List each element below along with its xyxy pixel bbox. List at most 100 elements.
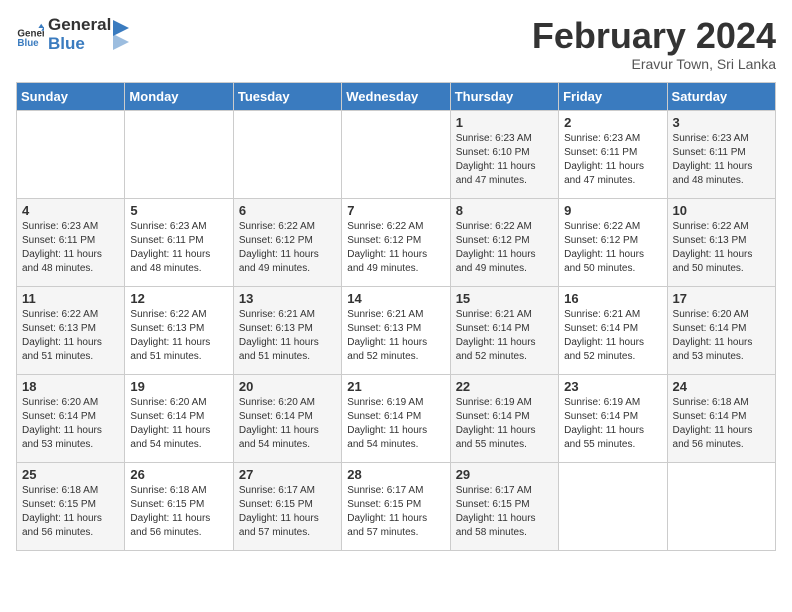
calendar-cell: 15 Sunrise: 6:21 AM Sunset: 6:14 PM Dayli… <box>450 286 558 374</box>
title-area: February 2024 Eravur Town, Sri Lanka <box>532 16 776 72</box>
day-info: Sunrise: 6:19 AM Sunset: 6:14 PM Dayligh… <box>347 396 444 452</box>
calendar-cell: 27Sunrise: 6:17 AM Sunset: 6:15 PM Dayli… <box>233 462 341 550</box>
day-number: 27 <box>239 467 336 482</box>
calendar-table: SundayMondayTuesdayWednesdayThursdayFrid… <box>16 82 776 551</box>
day-number: 16 <box>564 291 661 306</box>
day-number: 11 <box>22 291 119 306</box>
calendar-cell: 5 Sunrise: 6:23 AM Sunset: 6:11 PM Daylig… <box>125 198 233 286</box>
calendar-cell: 19Sunrise: 6:20 AM Sunset: 6:14 PM Dayli… <box>125 374 233 462</box>
day-number: 9 <box>564 203 661 218</box>
calendar-cell: 9Sunrise: 6:22 AM Sunset: 6:12 PM Daylig… <box>559 198 667 286</box>
calendar-cell: 28Sunrise: 6:17 AM Sunset: 6:15 PM Dayli… <box>342 462 450 550</box>
logo-flag-icon <box>111 20 131 50</box>
day-info: Sunrise: 6:23 AM Sunset: 6:10 PM Dayligh… <box>456 132 553 188</box>
calendar-cell: 10 Sunrise: 6:22 AM Sunset: 6:13 PM Dayli… <box>667 198 775 286</box>
day-info: Sunrise: 6:23 AM Sunset: 6:11 PM Dayligh… <box>673 132 770 188</box>
day-number: 8 <box>456 203 553 218</box>
calendar-cell: 23 Sunrise: 6:19 AM Sunset: 6:14 PM Dayli… <box>559 374 667 462</box>
header-day-sunday: Sunday <box>17 82 125 110</box>
day-number: 18 <box>22 379 119 394</box>
calendar-cell: 14 Sunrise: 6:21 AM Sunset: 6:13 PM Dayli… <box>342 286 450 374</box>
day-info: Sunrise: 6:20 AM Sunset: 6:14 PM Dayligh… <box>239 396 336 452</box>
day-number: 3 <box>673 115 770 130</box>
day-number: 26 <box>130 467 227 482</box>
day-info: Sunrise: 6:21 AM Sunset: 6:13 PM Dayligh… <box>239 308 336 364</box>
day-number: 2 <box>564 115 661 130</box>
day-number: 23 <box>564 379 661 394</box>
day-info: Sunrise: 6:20 AM Sunset: 6:14 PM Dayligh… <box>673 308 770 364</box>
calendar-cell <box>559 462 667 550</box>
day-info: Sunrise: 6:22 AM Sunset: 6:12 PM Dayligh… <box>239 220 336 276</box>
calendar-cell: 11 Sunrise: 6:22 AM Sunset: 6:13 PM Dayli… <box>17 286 125 374</box>
day-number: 15 <box>456 291 553 306</box>
day-info: Sunrise: 6:23 AM Sunset: 6:11 PM Dayligh… <box>22 220 119 276</box>
calendar-cell <box>17 110 125 198</box>
calendar-week-row: 11 Sunrise: 6:22 AM Sunset: 6:13 PM Dayli… <box>17 286 776 374</box>
day-number: 25 <box>22 467 119 482</box>
calendar-cell: 17Sunrise: 6:20 AM Sunset: 6:14 PM Dayli… <box>667 286 775 374</box>
day-number: 29 <box>456 467 553 482</box>
day-number: 6 <box>239 203 336 218</box>
day-number: 28 <box>347 467 444 482</box>
calendar-cell: 4 Sunrise: 6:23 AM Sunset: 6:11 PM Daylig… <box>17 198 125 286</box>
calendar-cell <box>342 110 450 198</box>
day-number: 5 <box>130 203 227 218</box>
logo-general: General <box>48 16 111 35</box>
day-info: Sunrise: 6:20 AM Sunset: 6:14 PM Dayligh… <box>22 396 119 452</box>
calendar-cell: 2 Sunrise: 6:23 AM Sunset: 6:11 PM Daylig… <box>559 110 667 198</box>
day-number: 19 <box>130 379 227 394</box>
day-info: Sunrise: 6:23 AM Sunset: 6:11 PM Dayligh… <box>130 220 227 276</box>
day-info: Sunrise: 6:18 AM Sunset: 6:15 PM Dayligh… <box>130 484 227 540</box>
day-info: Sunrise: 6:19 AM Sunset: 6:14 PM Dayligh… <box>564 396 661 452</box>
calendar-cell <box>667 462 775 550</box>
calendar-cell: 12 Sunrise: 6:22 AM Sunset: 6:13 PM Dayli… <box>125 286 233 374</box>
day-info: Sunrise: 6:22 AM Sunset: 6:13 PM Dayligh… <box>130 308 227 364</box>
calendar-cell: 13 Sunrise: 6:21 AM Sunset: 6:13 PM Dayli… <box>233 286 341 374</box>
day-info: Sunrise: 6:22 AM Sunset: 6:13 PM Dayligh… <box>22 308 119 364</box>
day-info: Sunrise: 6:23 AM Sunset: 6:11 PM Dayligh… <box>564 132 661 188</box>
calendar-week-row: 25 Sunrise: 6:18 AM Sunset: 6:15 PM Dayli… <box>17 462 776 550</box>
day-info: Sunrise: 6:21 AM Sunset: 6:13 PM Dayligh… <box>347 308 444 364</box>
calendar-title: February 2024 <box>532 16 776 56</box>
calendar-week-row: 1 Sunrise: 6:23 AM Sunset: 6:10 PM Daylig… <box>17 110 776 198</box>
calendar-subtitle: Eravur Town, Sri Lanka <box>532 56 776 72</box>
header-day-monday: Monday <box>125 82 233 110</box>
calendar-cell: 21Sunrise: 6:19 AM Sunset: 6:14 PM Dayli… <box>342 374 450 462</box>
logo: General Blue General Blue <box>16 16 131 53</box>
header-day-friday: Friday <box>559 82 667 110</box>
calendar-cell: 26 Sunrise: 6:18 AM Sunset: 6:15 PM Dayli… <box>125 462 233 550</box>
calendar-cell: 24 Sunrise: 6:18 AM Sunset: 6:14 PM Dayli… <box>667 374 775 462</box>
day-number: 1 <box>456 115 553 130</box>
day-number: 22 <box>456 379 553 394</box>
header-day-tuesday: Tuesday <box>233 82 341 110</box>
day-info: Sunrise: 6:22 AM Sunset: 6:13 PM Dayligh… <box>673 220 770 276</box>
header-day-thursday: Thursday <box>450 82 558 110</box>
logo-icon: General Blue <box>16 21 44 49</box>
calendar-cell: 16 Sunrise: 6:21 AM Sunset: 6:14 PM Dayli… <box>559 286 667 374</box>
calendar-cell: 18 Sunrise: 6:20 AM Sunset: 6:14 PM Dayli… <box>17 374 125 462</box>
header-day-wednesday: Wednesday <box>342 82 450 110</box>
day-info: Sunrise: 6:21 AM Sunset: 6:14 PM Dayligh… <box>564 308 661 364</box>
calendar-cell: 3 Sunrise: 6:23 AM Sunset: 6:11 PM Daylig… <box>667 110 775 198</box>
day-number: 10 <box>673 203 770 218</box>
day-info: Sunrise: 6:17 AM Sunset: 6:15 PM Dayligh… <box>456 484 553 540</box>
calendar-cell: 6 Sunrise: 6:22 AM Sunset: 6:12 PM Daylig… <box>233 198 341 286</box>
day-info: Sunrise: 6:22 AM Sunset: 6:12 PM Dayligh… <box>347 220 444 276</box>
calendar-week-row: 4 Sunrise: 6:23 AM Sunset: 6:11 PM Daylig… <box>17 198 776 286</box>
day-info: Sunrise: 6:21 AM Sunset: 6:14 PM Dayligh… <box>456 308 553 364</box>
day-number: 12 <box>130 291 227 306</box>
day-number: 20 <box>239 379 336 394</box>
calendar-cell: 8Sunrise: 6:22 AM Sunset: 6:12 PM Daylig… <box>450 198 558 286</box>
header-day-saturday: Saturday <box>667 82 775 110</box>
calendar-cell: 25Sunrise: 6:18 AM Sunset: 6:15 PM Dayli… <box>17 462 125 550</box>
day-info: Sunrise: 6:18 AM Sunset: 6:14 PM Dayligh… <box>673 396 770 452</box>
calendar-cell <box>233 110 341 198</box>
day-number: 4 <box>22 203 119 218</box>
day-number: 7 <box>347 203 444 218</box>
day-info: Sunrise: 6:19 AM Sunset: 6:14 PM Dayligh… <box>456 396 553 452</box>
day-number: 14 <box>347 291 444 306</box>
calendar-cell: 22 Sunrise: 6:19 AM Sunset: 6:14 PM Dayli… <box>450 374 558 462</box>
day-number: 13 <box>239 291 336 306</box>
calendar-header-row: SundayMondayTuesdayWednesdayThursdayFrid… <box>17 82 776 110</box>
day-number: 24 <box>673 379 770 394</box>
